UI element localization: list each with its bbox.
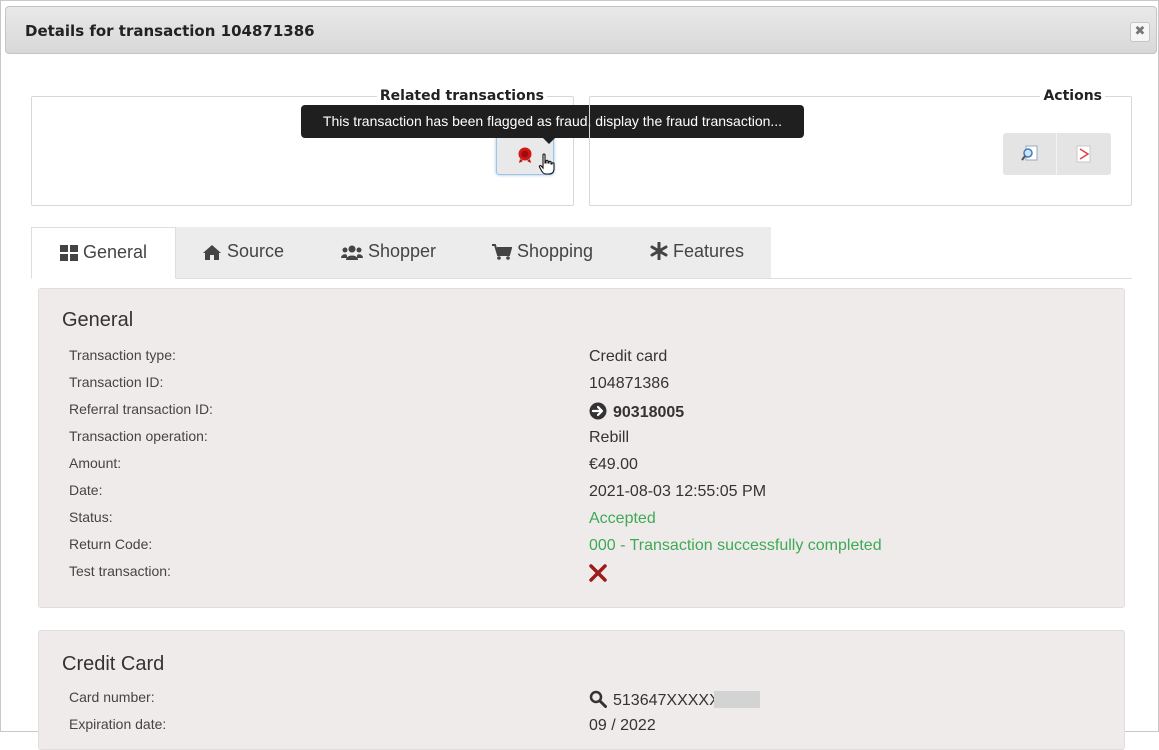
credit-card-section: Credit Card Card number: 513647XXXXX Exp…	[38, 630, 1125, 750]
users-icon	[341, 245, 363, 260]
row-amount: Amount: €49.00	[69, 455, 1109, 482]
transaction-details-dialog: Details for transaction 104871386 ✖ Rela…	[0, 0, 1159, 750]
tab-general[interactable]: General	[31, 227, 177, 279]
actions-legend: Actions	[1040, 88, 1105, 104]
field-value: 09 / 2022	[589, 717, 656, 734]
row-expiration-date: Expiration date: 09 / 2022	[69, 716, 1109, 743]
row-status: Status: Accepted	[69, 509, 1109, 536]
return-code-value: 000 - Transaction successfully completed	[589, 537, 882, 554]
tab-general-label: General	[83, 242, 148, 262]
row-test-transaction: Test transaction:	[69, 563, 1109, 590]
field-value: 2021-08-03 12:55:05 PM	[589, 483, 767, 500]
tab-shopping-label: Shopping	[517, 241, 594, 261]
field-label: Transaction type:	[69, 347, 176, 363]
export-pdf-button[interactable]	[1057, 133, 1111, 175]
field-label: Card number:	[69, 689, 155, 705]
test-transaction-value	[589, 564, 613, 584]
tab-features-label: Features	[673, 241, 745, 261]
asterisk-icon	[650, 241, 668, 261]
row-date: Date: 2021-08-03 12:55:05 PM	[69, 482, 1109, 509]
tab-shopper[interactable]: Shopper	[341, 227, 436, 278]
general-section: General Transaction type: Credit card Tr…	[38, 288, 1125, 608]
pdf-icon	[1076, 145, 1091, 163]
field-label: Return Code:	[69, 536, 153, 552]
cart-icon	[492, 244, 513, 260]
field-value: 104871386	[589, 375, 670, 392]
related-transactions-legend: Related transactions	[376, 88, 547, 104]
referral-transaction-id: 90318005	[613, 404, 685, 421]
tab-features[interactable]: Features	[650, 227, 744, 278]
field-label: Expiration date:	[69, 716, 167, 732]
masked-redaction	[713, 691, 760, 708]
dashboard-icon	[60, 245, 78, 261]
row-transaction-id: Transaction ID: 104871386	[69, 374, 1109, 401]
fraud-seal-icon	[516, 146, 534, 168]
row-return-code: Return Code: 000 - Transaction successfu…	[69, 536, 1109, 563]
field-label: Transaction operation:	[69, 428, 208, 444]
tab-shopping[interactable]: Shopping	[492, 227, 593, 278]
row-card-number: Card number: 513647XXXXX	[69, 689, 1109, 716]
card-number-text: 513647XXXXX	[613, 692, 720, 709]
status-value: Accepted	[589, 510, 656, 527]
dialog-title: Details for transaction 104871386	[25, 22, 315, 40]
general-heading: General	[62, 309, 134, 331]
field-value: Credit card	[589, 348, 668, 365]
tab-bar: General Source Shopper Shopping Features	[31, 227, 1132, 279]
home-icon	[203, 245, 221, 260]
tooltip-arrow	[543, 138, 555, 144]
field-label: Amount:	[69, 455, 122, 471]
credit-card-heading: Credit Card	[62, 653, 165, 675]
field-label: Referral transaction ID:	[69, 401, 213, 417]
tab-shopper-label: Shopper	[368, 241, 437, 261]
dialog-titlebar: Details for transaction 104871386 ✖	[5, 6, 1157, 54]
row-transaction-type: Transaction type: Credit card	[69, 347, 1109, 374]
card-number-value[interactable]: 513647XXXXX	[589, 690, 760, 710]
row-transaction-operation: Transaction operation: Rebill	[69, 428, 1109, 455]
view-details-button[interactable]	[1003, 133, 1057, 175]
close-button[interactable]: ✖	[1130, 22, 1150, 42]
field-label: Test transaction:	[69, 563, 171, 579]
field-label: Date:	[69, 482, 103, 498]
hand-cursor-icon	[537, 153, 557, 181]
actions-button-group	[1003, 133, 1111, 175]
tab-source[interactable]: Source	[202, 227, 284, 278]
row-referral-transaction-id: Referral transaction ID: 90318005	[69, 401, 1109, 428]
field-label: Transaction ID:	[69, 374, 164, 390]
cross-icon	[589, 564, 607, 582]
actions-panel: Actions	[589, 88, 1132, 206]
referral-transaction-link[interactable]: 90318005	[589, 402, 684, 422]
field-value: €49.00	[589, 456, 638, 473]
tab-source-label: Source	[227, 241, 285, 261]
search-icon	[589, 690, 607, 708]
arrow-circle-right-icon	[589, 402, 607, 420]
field-label: Status:	[69, 509, 113, 525]
field-value: Rebill	[589, 429, 630, 446]
search-document-icon	[1021, 145, 1038, 161]
